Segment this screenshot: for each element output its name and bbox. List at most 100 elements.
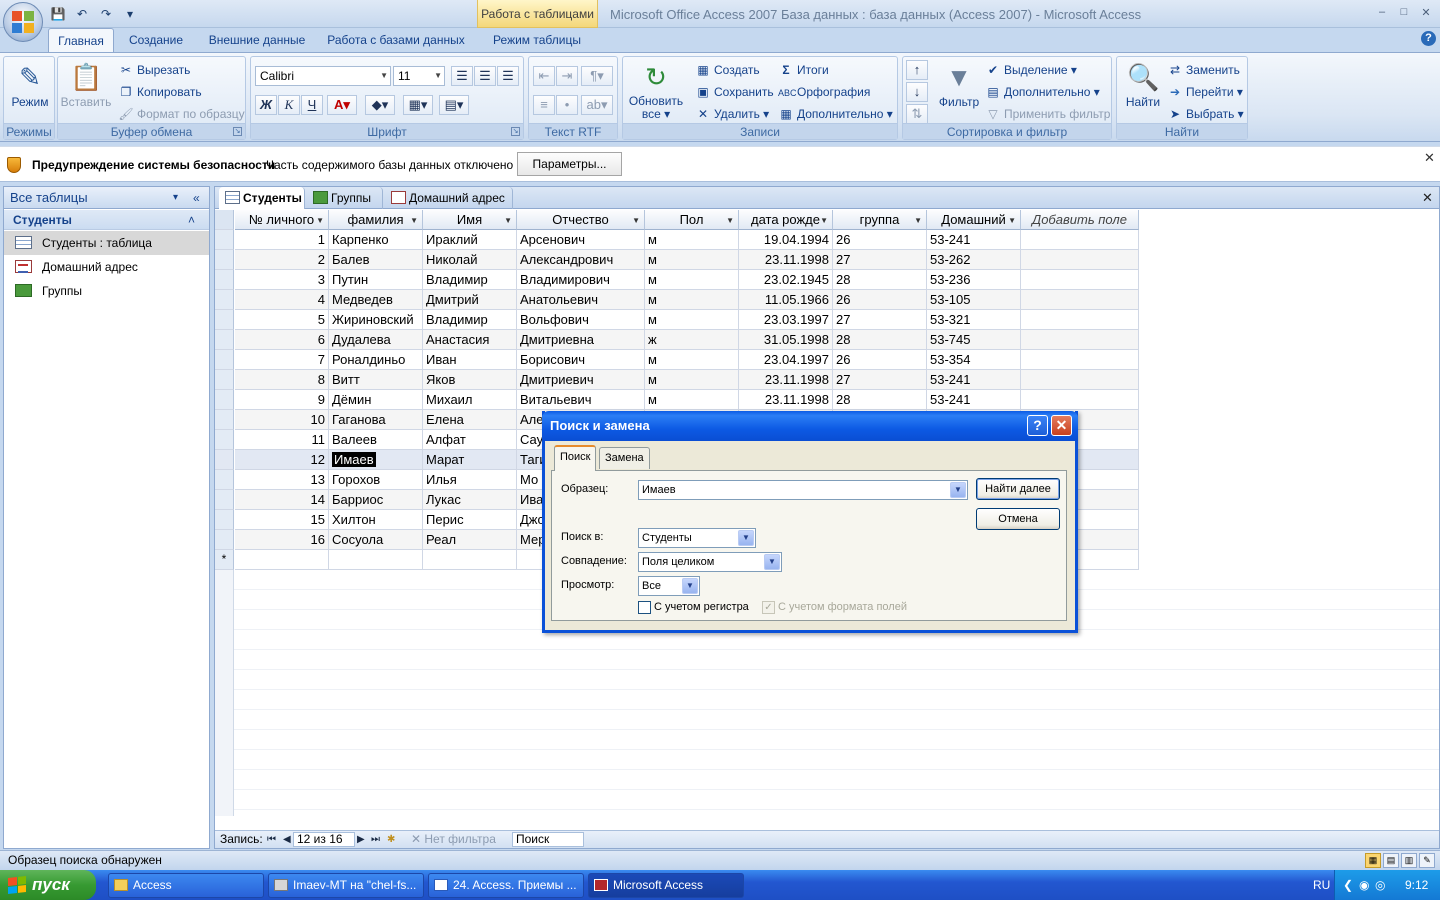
security-options-button[interactable]: Параметры... xyxy=(517,152,622,176)
table-cell[interactable]: Михаил xyxy=(423,390,517,410)
match-case-checkbox[interactable]: С учетом регистра xyxy=(638,601,749,614)
table-cell[interactable] xyxy=(423,550,517,570)
chevron-down-icon[interactable]: ▾ xyxy=(173,187,178,209)
search-format-checkbox[interactable]: ✓ С учетом формата полей xyxy=(762,601,907,614)
doc-tab-groups[interactable]: Группы xyxy=(307,187,383,209)
bold-icon[interactable]: Ж xyxy=(255,95,277,115)
next-record-icon[interactable]: ▶ xyxy=(357,831,365,848)
table-cell[interactable]: 16 xyxy=(235,530,329,550)
table-cell[interactable]: м xyxy=(645,230,739,250)
help-icon[interactable]: ? xyxy=(1027,415,1048,436)
delete-record-button[interactable]: ✕ Удалить ▾ xyxy=(695,104,769,124)
view-mode-button[interactable]: ✎ Режим xyxy=(4,59,56,121)
numbering-icon[interactable]: ≡ xyxy=(533,95,555,115)
column-header[interactable]: дата рожде ▼ xyxy=(739,210,833,230)
column-filter-arrow-icon[interactable]: ▼ xyxy=(504,211,512,230)
increase-indent-icon[interactable]: ⇥ xyxy=(556,66,578,86)
totals-button[interactable]: Σ Итоги xyxy=(778,60,828,80)
task-network-folder[interactable]: Imaev-MT на "chel-fs... xyxy=(268,873,424,898)
font-size-combo[interactable]: 11 ▼ xyxy=(393,66,445,86)
task-word-document[interactable]: 24. Access. Приемы ... xyxy=(428,873,584,898)
clear-sort-icon[interactable]: ⇅ xyxy=(906,104,928,124)
table-cell[interactable]: 5 xyxy=(235,310,329,330)
table-cell[interactable]: 27 xyxy=(833,370,927,390)
column-filter-arrow-icon[interactable]: ▼ xyxy=(632,211,640,230)
table-cell[interactable]: 53-241 xyxy=(927,390,1021,410)
advanced-filter-button[interactable]: ▤ Дополнительно ▾ xyxy=(985,82,1099,102)
column-header[interactable]: Домашний ▼ xyxy=(927,210,1021,230)
table-cell[interactable]: Валеев xyxy=(329,430,423,450)
table-cell[interactable]: 53-262 xyxy=(927,250,1021,270)
table-cell[interactable]: Владимир xyxy=(423,270,517,290)
pivot-chart-view-icon[interactable]: ▥ xyxy=(1401,853,1417,868)
table-cell[interactable]: 9 xyxy=(235,390,329,410)
table-cell[interactable]: 26 xyxy=(833,350,927,370)
nav-item-home-address-form[interactable]: Домашний адрес xyxy=(4,255,209,279)
customize-qat-icon[interactable]: ▾ xyxy=(122,6,138,22)
table-cell[interactable]: м xyxy=(645,270,739,290)
select-button[interactable]: ➤ Выбрать ▾ xyxy=(1167,104,1244,124)
column-filter-arrow-icon[interactable]: ▼ xyxy=(1008,211,1016,230)
chevron-down-icon[interactable]: ▼ xyxy=(950,482,966,498)
close-icon[interactable]: ✕ xyxy=(1051,415,1072,436)
table-cell[interactable]: Александрович xyxy=(517,250,645,270)
table-cell[interactable]: 26 xyxy=(833,290,927,310)
table-cell[interactable]: Владимирович xyxy=(517,270,645,290)
table-cell[interactable]: Илья xyxy=(423,470,517,490)
table-cell[interactable]: Лукас xyxy=(423,490,517,510)
gridlines-icon[interactable]: ▦▾ xyxy=(403,95,433,115)
table-cell[interactable]: 23.11.1998 xyxy=(739,250,833,270)
table-cell[interactable]: 28 xyxy=(833,390,927,410)
table-cell[interactable]: Дмитриевич xyxy=(517,370,645,390)
design-view-icon[interactable]: ✎ xyxy=(1419,853,1435,868)
table-cell[interactable]: 7 xyxy=(235,350,329,370)
refresh-all-button[interactable]: ↻ Обновить все ▾ xyxy=(625,59,687,121)
record-search-input[interactable]: Поиск xyxy=(512,832,584,847)
table-cell[interactable] xyxy=(1021,250,1139,270)
table-cell[interactable]: м xyxy=(645,290,739,310)
table-cell[interactable] xyxy=(1021,270,1139,290)
goto-button[interactable]: ➔ Перейти ▾ xyxy=(1167,82,1243,102)
table-row[interactable]: 2 Балев Николай Александрович м 23.11.1998 27 5… xyxy=(215,250,1139,270)
column-header[interactable]: Отчество ▼ xyxy=(517,210,645,230)
look-in-combo[interactable]: Студенты ▼ xyxy=(638,528,756,548)
row-selector[interactable] xyxy=(215,510,234,530)
table-cell[interactable]: 11 xyxy=(235,430,329,450)
new-record-nav-icon[interactable]: ✱ xyxy=(387,831,395,848)
row-selector[interactable] xyxy=(215,310,234,330)
table-cell[interactable]: 14 xyxy=(235,490,329,510)
tab-datasheet[interactable]: Режим таблицы xyxy=(484,28,590,52)
font-launcher-icon[interactable]: ↘ xyxy=(511,127,520,136)
tab-find[interactable]: Поиск xyxy=(554,445,597,471)
align-left-icon[interactable]: ☰ xyxy=(451,66,473,86)
collapse-pane-icon[interactable]: « xyxy=(193,187,200,209)
nav-item-students-table[interactable]: Студенты : таблица xyxy=(4,231,209,255)
start-button[interactable]: пуск xyxy=(0,870,96,900)
table-cell[interactable]: 4 xyxy=(235,290,329,310)
cut-button[interactable]: ✂ Вырезать xyxy=(118,60,190,80)
table-cell[interactable]: Яков xyxy=(423,370,517,390)
spelling-button[interactable]: ABCОрфография xyxy=(778,82,870,102)
table-cell[interactable]: 10 xyxy=(235,410,329,430)
table-cell[interactable]: Анастасия xyxy=(423,330,517,350)
chevron-down-icon[interactable]: ▼ xyxy=(738,530,754,546)
table-row[interactable]: 5 Жириновский Владимир Вольфович м 23.03.1997… xyxy=(215,310,1139,330)
table-cell[interactable] xyxy=(1021,370,1139,390)
table-cell[interactable]: 23.11.1998 xyxy=(739,370,833,390)
format-painter-button[interactable]: 🖌 Формат по образцу xyxy=(118,104,244,124)
current-record-input[interactable]: 12 из 16 xyxy=(293,832,355,847)
table-row[interactable]: 6 Дудалева Анастасия Дмитриевна ж 31.05.1998 2… xyxy=(215,330,1139,350)
table-cell[interactable]: Алфат xyxy=(423,430,517,450)
table-cell[interactable]: Ираклий xyxy=(423,230,517,250)
column-header[interactable]: Пол ▼ xyxy=(645,210,739,230)
table-cell[interactable]: Роналдиньо xyxy=(329,350,423,370)
table-cell[interactable]: Гаганова xyxy=(329,410,423,430)
table-cell[interactable]: Арсенович xyxy=(517,230,645,250)
table-cell[interactable]: ж xyxy=(645,330,739,350)
table-cell[interactable] xyxy=(1021,350,1139,370)
table-cell[interactable]: 31.05.1998 xyxy=(739,330,833,350)
copy-button[interactable]: ❐ Копировать xyxy=(118,82,202,102)
table-row[interactable]: 1 Карпенко Ираклий Арсенович м 19.04.1994 26 53… xyxy=(215,230,1139,250)
table-cell[interactable]: Анатольевич xyxy=(517,290,645,310)
table-cell[interactable]: 15 xyxy=(235,510,329,530)
